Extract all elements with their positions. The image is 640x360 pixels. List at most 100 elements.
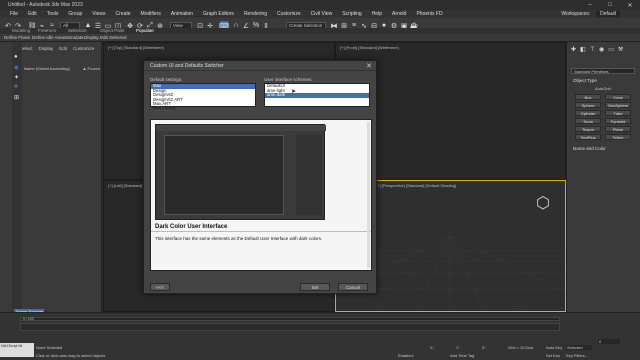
default-settings-list[interactable]: Max Design DesignVIZ DesignVIZ.ART Max.A… bbox=[150, 83, 256, 109]
time-slider[interactable]: 0 / 100 bbox=[20, 317, 560, 321]
menu-create[interactable]: Create bbox=[116, 11, 131, 17]
viewport-front-label[interactable]: [+] [Front] [Standard] [Wireframe] bbox=[340, 45, 399, 50]
name-column-header[interactable]: Name (Sorted Ascending) bbox=[24, 66, 70, 71]
current-frame-field[interactable]: 0 bbox=[598, 339, 620, 344]
time-slider-frame: 0 / 100 bbox=[23, 317, 34, 321]
menu-edit[interactable]: Edit bbox=[28, 11, 37, 17]
menu-arnold[interactable]: Arnold bbox=[392, 11, 406, 17]
utilities-tab-icon[interactable]: ⚒ bbox=[618, 46, 623, 53]
x-coord-label: X: bbox=[430, 345, 434, 350]
close-icon[interactable]: ✕ bbox=[620, 0, 640, 10]
grid-size: Grid = 10.0cm bbox=[508, 345, 534, 350]
create-tube-button[interactable]: Tube bbox=[605, 110, 631, 116]
ui-schemes-list[interactable]: DefaultUI ame-light ame-dark bbox=[264, 83, 370, 107]
track-bar[interactable] bbox=[20, 323, 560, 331]
menu-rendering[interactable]: Rendering bbox=[244, 11, 267, 17]
menu-civil-view[interactable]: Civil View bbox=[311, 11, 333, 17]
set-button[interactable]: Set bbox=[300, 283, 330, 291]
ribbon-simulate[interactable]: Simulate bbox=[66, 35, 84, 40]
prompt-line: Click or click-and-drag to select object… bbox=[36, 353, 106, 358]
create-teapot-button[interactable]: Teapot bbox=[575, 126, 601, 132]
menu-animation[interactable]: Animation bbox=[171, 11, 193, 17]
create-box-button[interactable]: Box bbox=[575, 94, 601, 100]
menu-group[interactable]: Group bbox=[68, 11, 82, 17]
default-settings-item[interactable]: Max.Legacy bbox=[151, 107, 255, 109]
set-key-button[interactable]: Set Key bbox=[546, 353, 560, 358]
autogrid-checkbox[interactable]: AutoGrid bbox=[595, 86, 611, 91]
dialog-close-icon[interactable]: ✕ bbox=[366, 62, 372, 70]
menu-bar: File Edit Tools Group Views Create Modif… bbox=[0, 10, 640, 18]
preview-description: This interface has the same elements as … bbox=[155, 236, 323, 241]
add-time-tag-button[interactable]: Add Time Tag bbox=[450, 353, 474, 358]
tab-populate[interactable]: Populate bbox=[136, 28, 154, 33]
create-geosphere-button[interactable]: GeoSphere bbox=[605, 102, 631, 108]
create-cylinder-button[interactable]: Cylinder bbox=[575, 110, 601, 116]
menu-customize[interactable]: Customize bbox=[277, 11, 301, 17]
title-bar: Untitled - Autodesk 3ds Max 2023 – □ ✕ bbox=[0, 0, 640, 10]
tab-modeling[interactable]: Modeling bbox=[12, 28, 30, 33]
menu-file[interactable]: File bbox=[10, 11, 18, 17]
create-pyramid-button[interactable]: Pyramid bbox=[605, 118, 631, 124]
back-button[interactable]: <<< bbox=[150, 283, 170, 291]
object-type-rollout[interactable]: Object Type bbox=[573, 78, 597, 83]
ribbon-panel: Define Flows Define Idle Areas Simulate … bbox=[0, 34, 640, 42]
menu-modifiers[interactable]: Modifiers bbox=[141, 11, 161, 17]
auto-key-button[interactable]: Auto Key bbox=[546, 345, 562, 350]
frozen-column-header[interactable]: ▲ Frozen bbox=[82, 66, 100, 71]
viewport-top-label[interactable]: [+] [Top] [Standard] [Wireframe] bbox=[108, 45, 164, 50]
hierarchy-tab-icon[interactable]: ⊤ bbox=[590, 46, 595, 53]
scene-explorer-tab-customize[interactable]: Customize bbox=[73, 46, 94, 51]
ribbon-define-flows[interactable]: Define Flows bbox=[4, 35, 30, 40]
maxscript-listener[interactable]: MAXScript Mi bbox=[0, 343, 34, 357]
menu-help[interactable]: Help bbox=[372, 11, 382, 17]
motion-tab-icon[interactable]: ◉ bbox=[599, 46, 604, 53]
z-coord-label: Z: bbox=[482, 345, 486, 350]
create-cone-button[interactable]: Cone bbox=[605, 94, 631, 100]
create-plane-button[interactable]: Plane bbox=[605, 126, 631, 132]
filter-shapes-icon[interactable]: ◆ bbox=[14, 64, 19, 71]
key-filters-button[interactable]: Key Filters... bbox=[566, 353, 588, 358]
dialog-title: Custom UI and Defaults Switcher bbox=[150, 62, 224, 69]
display-tab-icon[interactable]: ▭ bbox=[608, 46, 614, 53]
viewcube-icon[interactable]: ⬡ bbox=[536, 193, 550, 213]
tab-object-paint[interactable]: Object Paint bbox=[100, 28, 125, 33]
key-mode-dropdown[interactable]: Selected bbox=[566, 345, 592, 350]
filter-lights-icon[interactable]: ✦ bbox=[14, 74, 19, 81]
filter-helpers-icon[interactable]: ⊞ bbox=[14, 94, 19, 101]
scene-explorer-toolbar: ● ◆ ✦ ■ ⊞ bbox=[12, 42, 22, 312]
menu-phoenix-fd[interactable]: Phoenix FD bbox=[416, 11, 442, 17]
ui-scheme-item[interactable]: ame-dark bbox=[265, 92, 369, 98]
ribbon-edit-selected[interactable]: Edit Selected bbox=[100, 35, 127, 40]
cancel-button[interactable]: Cancel bbox=[338, 283, 368, 291]
default-settings-label: Default settings: bbox=[150, 77, 183, 82]
create-tab-icon[interactable]: ✚ bbox=[571, 46, 576, 53]
create-sphere-button[interactable]: Sphere bbox=[575, 102, 601, 108]
status-bar: 0 / 100 MAXScript Mi None Selected Click… bbox=[0, 312, 640, 360]
filter-geometry-icon[interactable]: ● bbox=[14, 54, 18, 60]
preview-heading: Dark Color User Interface bbox=[155, 224, 228, 230]
custom-ui-defaults-dialog: Custom UI and Defaults Switcher ✕ Defaul… bbox=[143, 60, 377, 294]
maximize-icon[interactable]: □ bbox=[600, 0, 620, 10]
tab-freeform[interactable]: Freeform bbox=[38, 28, 56, 33]
scene-explorer-tab-display[interactable]: Display bbox=[39, 46, 54, 51]
scene-explorer-tab-edit[interactable]: Edit bbox=[59, 46, 67, 51]
ribbon-display[interactable]: Display bbox=[84, 35, 99, 40]
selection-status: None Selected bbox=[36, 345, 63, 350]
name-and-color-rollout[interactable]: Name and Color bbox=[573, 146, 606, 151]
menu-graph-editors[interactable]: Graph Editors bbox=[203, 11, 234, 17]
workspace-dropdown[interactable]: Default bbox=[596, 11, 620, 17]
modify-tab-icon[interactable]: ◧ bbox=[580, 46, 586, 53]
menu-tools[interactable]: Tools bbox=[47, 11, 59, 17]
menu-scripting[interactable]: Scripting bbox=[342, 11, 361, 17]
menu-views[interactable]: Views bbox=[92, 11, 105, 17]
create-torus-button[interactable]: Torus bbox=[575, 118, 601, 124]
minimize-icon[interactable]: – bbox=[580, 0, 600, 10]
tab-selection[interactable]: Selection bbox=[68, 28, 87, 33]
ribbon-define-idle-areas[interactable]: Define Idle Areas bbox=[32, 35, 66, 40]
create-teflon-button[interactable]: Teflon bbox=[605, 134, 631, 140]
preview-scrollbar[interactable] bbox=[367, 122, 370, 268]
create-textplus-button[interactable]: TextPlus bbox=[575, 134, 601, 140]
filter-cameras-icon[interactable]: ■ bbox=[14, 84, 18, 90]
enabled-label: Enabled: bbox=[398, 353, 414, 358]
primitive-type-dropdown[interactable]: Standard Primitives bbox=[571, 68, 635, 74]
